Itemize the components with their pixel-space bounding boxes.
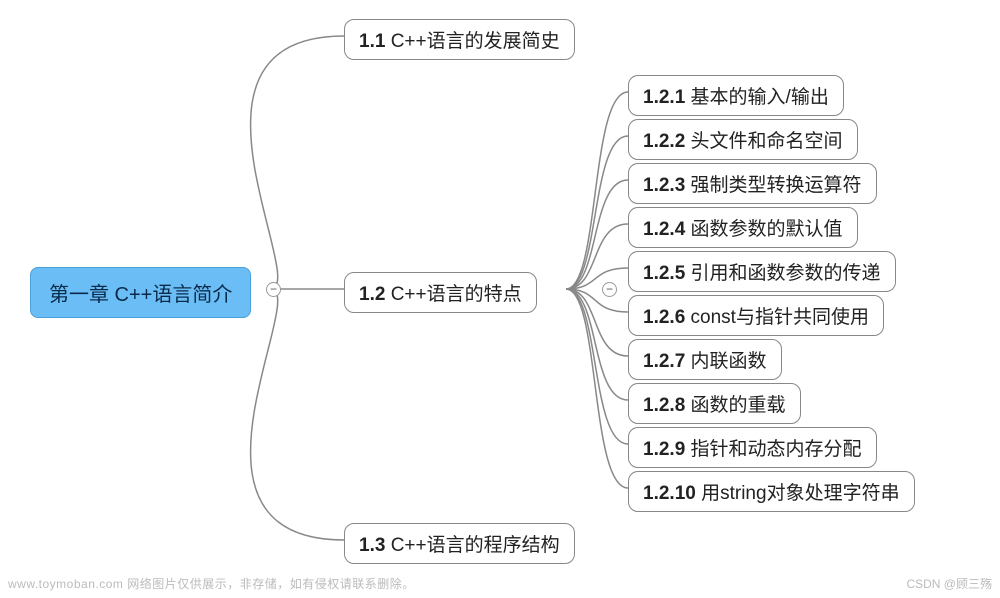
mindmap-root[interactable]: 第一章 C++语言简介 — [30, 267, 251, 318]
leaf-1-2-9[interactable]: 1.2.9 指针和动态内存分配 — [628, 427, 877, 468]
leaf-num: 1.2.9 — [643, 439, 685, 460]
leaf-1-2-1[interactable]: 1.2.1 基本的输入/输出 — [628, 75, 844, 116]
leaf-num: 1.2.4 — [643, 219, 685, 240]
collapse-toggle-1-2[interactable]: − — [602, 282, 617, 297]
leaf-num: 1.2.2 — [643, 131, 685, 152]
leaf-1-2-5[interactable]: 1.2.5 引用和函数参数的传递 — [628, 251, 896, 292]
watermark-right: CSDN @顾三殇 — [906, 575, 992, 592]
leaf-label: 强制类型转换运算符 — [691, 175, 862, 196]
branch-1-1[interactable]: 1.1 C++语言的发展简史 — [344, 19, 575, 60]
leaf-num: 1.2.1 — [643, 87, 685, 108]
leaf-label: 头文件和命名空间 — [691, 131, 843, 152]
branch-label: C++语言的特点 — [391, 284, 522, 305]
leaf-num: 1.2.7 — [643, 351, 685, 372]
leaf-num: 1.2.8 — [643, 395, 685, 416]
collapse-glyph: − — [606, 282, 613, 296]
collapse-toggle-root[interactable]: − — [266, 282, 281, 297]
watermark-left: www.toymoban.com 网络图片仅供展示，非存储，如有侵权请联系删除。 — [8, 575, 415, 592]
leaf-num: 1.2.10 — [643, 483, 696, 504]
root-label: 第一章 C++语言简介 — [49, 284, 232, 306]
leaf-label: 基本的输入/输出 — [691, 87, 829, 108]
branch-label: C++语言的程序结构 — [391, 535, 560, 556]
leaf-label: 指针和动态内存分配 — [691, 439, 862, 460]
branch-1-3[interactable]: 1.3 C++语言的程序结构 — [344, 523, 575, 564]
leaf-label: 函数参数的默认值 — [691, 219, 843, 240]
branch-1-2[interactable]: 1.2 C++语言的特点 — [344, 272, 537, 313]
leaf-1-2-10[interactable]: 1.2.10 用string对象处理字符串 — [628, 471, 915, 512]
leaf-num: 1.2.6 — [643, 307, 685, 328]
leaf-num: 1.2.3 — [643, 175, 685, 196]
leaf-1-2-2[interactable]: 1.2.2 头文件和命名空间 — [628, 119, 858, 160]
leaf-num: 1.2.5 — [643, 263, 685, 284]
leaf-1-2-6[interactable]: 1.2.6 const与指针共同使用 — [628, 295, 884, 336]
collapse-glyph: − — [270, 282, 277, 296]
branch-num: 1.3 — [359, 535, 385, 556]
leaf-label: const与指针共同使用 — [691, 307, 869, 328]
leaf-1-2-7[interactable]: 1.2.7 内联函数 — [628, 339, 782, 380]
leaf-1-2-8[interactable]: 1.2.8 函数的重载 — [628, 383, 801, 424]
leaf-1-2-3[interactable]: 1.2.3 强制类型转换运算符 — [628, 163, 877, 204]
leaf-label: 函数的重载 — [691, 395, 786, 416]
branch-label: C++语言的发展简史 — [391, 31, 560, 52]
branch-num: 1.1 — [359, 31, 385, 52]
leaf-1-2-4[interactable]: 1.2.4 函数参数的默认值 — [628, 207, 858, 248]
leaf-label: 引用和函数参数的传递 — [691, 263, 881, 284]
branch-num: 1.2 — [359, 284, 385, 305]
leaf-label: 内联函数 — [691, 351, 767, 372]
leaf-label: 用string对象处理字符串 — [701, 483, 899, 504]
